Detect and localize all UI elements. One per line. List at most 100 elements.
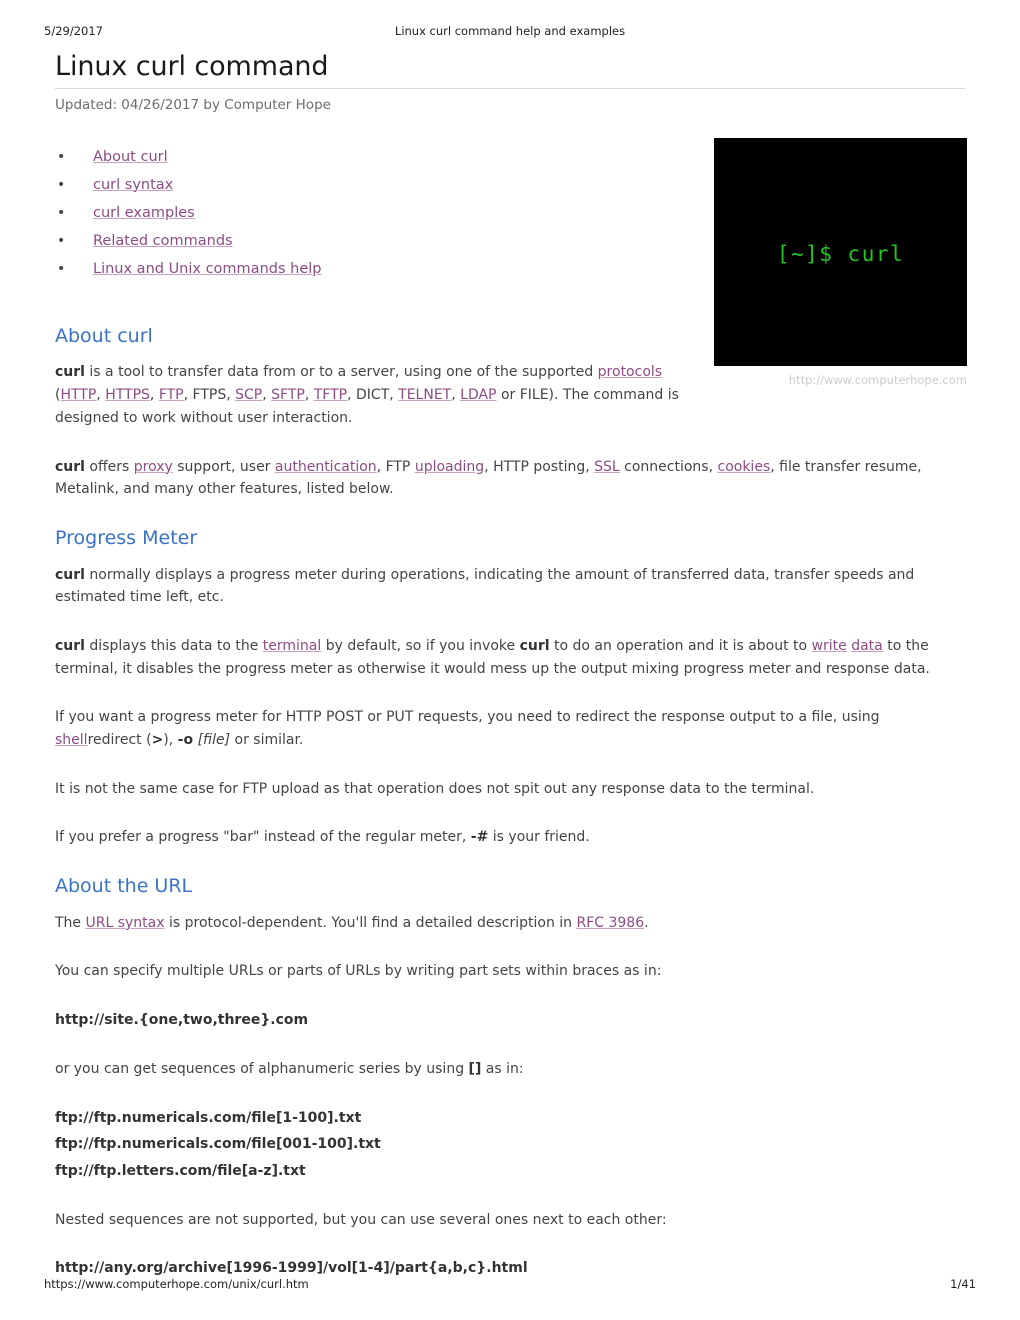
curl-bold: curl	[55, 364, 85, 381]
code-brace-example: http://site.{one,two,three}.com	[55, 1012, 309, 1029]
heading-about-curl: About curl	[55, 324, 153, 347]
text: ,	[96, 387, 106, 404]
link-proxy[interactable]: proxy	[134, 459, 173, 475]
link-sftp[interactable]: SFTP	[271, 387, 305, 403]
list-item: About curl	[55, 143, 695, 171]
text: displays this data to the	[84, 637, 263, 654]
text: or you can get sequences of alphanumeric…	[55, 1060, 469, 1077]
option-hash: -#	[470, 829, 489, 846]
link-https[interactable]: HTTPS	[105, 387, 150, 403]
progress-paragraph-3: If you want a progress meter for HTTP PO…	[55, 706, 967, 751]
link-ftp[interactable]: FTP	[159, 387, 184, 403]
link-protocols[interactable]: protocols	[598, 364, 662, 380]
progress-paragraph-5: If you prefer a progress "bar" instead o…	[55, 826, 967, 849]
link-http[interactable]: HTTP	[60, 387, 96, 403]
text: , FTP	[376, 458, 415, 475]
text: is protocol-dependent. You'll find a det…	[164, 914, 577, 931]
url-paragraph-2: You can specify multiple URLs or parts o…	[55, 963, 662, 980]
list-item: Related commands	[55, 227, 695, 255]
print-header-title: Linux curl command help and examples	[394, 24, 626, 38]
text: ,	[149, 387, 159, 404]
text: The	[55, 914, 86, 931]
toc-link-about-curl[interactable]: About curl	[93, 149, 168, 165]
text: to do an operation and it is about to	[549, 637, 812, 654]
link-write[interactable]: write	[812, 638, 847, 654]
code-ftp-example-3: ftp://ftp.letters.com/file[a-z].txt	[55, 1162, 306, 1179]
curl-bold: curl	[55, 566, 85, 583]
page-title: Linux curl command	[55, 51, 329, 82]
link-shell[interactable]: shell	[55, 732, 88, 748]
text: by default, so if you invoke	[321, 637, 520, 654]
file-placeholder: [file]	[197, 732, 231, 748]
url-paragraph-3: or you can get sequences of alphanumeric…	[55, 1058, 967, 1081]
link-tftp[interactable]: TFTP	[314, 387, 347, 403]
text: If you want a progress meter for HTTP PO…	[55, 709, 880, 726]
text: , HTTP posting,	[484, 458, 595, 475]
link-data[interactable]: data	[851, 638, 883, 654]
link-cookies[interactable]: cookies	[718, 459, 771, 475]
list-item: Linux and Unix commands help	[55, 255, 695, 283]
link-ssl[interactable]: SSL	[594, 459, 620, 475]
toc-link-linux-unix-help[interactable]: Linux and Unix commands help	[93, 261, 321, 277]
heading-progress-meter: Progress Meter	[55, 526, 198, 549]
text: ),	[163, 732, 178, 748]
text: support, user	[172, 458, 275, 475]
about-curl-paragraph-2: curl offers proxy support, user authenti…	[55, 456, 967, 501]
text: ,	[304, 387, 314, 404]
title-divider	[55, 87, 965, 89]
list-item: curl syntax	[55, 171, 695, 199]
footer-url: https://www.computerhope.com/unix/curl.h…	[44, 1277, 309, 1291]
text: as in:	[481, 1060, 524, 1077]
progress-paragraph-4: It is not the same case for FTP upload a…	[55, 778, 967, 801]
link-scp[interactable]: SCP	[235, 387, 262, 403]
heading-about-the-url: About the URL	[55, 875, 193, 898]
bracket-operator: []	[468, 1060, 482, 1077]
text: is a tool to transfer data from or to a …	[84, 364, 598, 381]
section-progress-meter: Progress Meter curl normally displays a …	[55, 527, 967, 849]
footer-page-number: 1/41	[950, 1277, 976, 1291]
code-ftp-example-2: ftp://ftp.numericals.com/file[001-100].t…	[55, 1136, 381, 1153]
section-about-curl: About curl curl is a tool to transfer da…	[55, 325, 967, 501]
table-of-contents: About curl curl syntax curl examples Rel…	[55, 143, 695, 283]
text: .	[644, 914, 649, 931]
toc-link-curl-syntax[interactable]: curl syntax	[93, 177, 173, 193]
text: or similar.	[230, 732, 304, 748]
progress-paragraph-2: curl displays this data to the terminal …	[55, 635, 967, 680]
link-rfc-3986[interactable]: RFC 3986	[576, 915, 644, 931]
text: If you prefer a progress "bar" instead o…	[55, 829, 471, 846]
curl-bold: curl	[55, 458, 85, 475]
document-body: Linux curl command Updated: 04/26/2017 b…	[55, 52, 967, 1306]
code-ftp-example-1: ftp://ftp.numericals.com/file[1-100].txt	[55, 1109, 362, 1126]
updated-byline: Updated: 04/26/2017 by Computer Hope	[55, 96, 331, 113]
toc-link-related-commands[interactable]: Related commands	[93, 233, 233, 249]
text: It is not the same case for FTP upload a…	[55, 780, 815, 797]
list-item: curl examples	[55, 199, 695, 227]
text: normally displays a progress meter durin…	[55, 566, 915, 606]
print-footer: https://www.computerhope.com/unix/curl.h…	[0, 1277, 1020, 1293]
curl-bold: curl	[55, 637, 85, 654]
text: , DICT,	[347, 387, 399, 404]
text: , FTPS,	[183, 387, 236, 404]
text: ,	[451, 387, 461, 404]
url-paragraph-4: Nested sequences are not supported, but …	[55, 1211, 667, 1228]
text: connections,	[619, 458, 718, 475]
link-telnet[interactable]: TELNET	[398, 387, 451, 403]
text: ,	[262, 387, 272, 404]
link-url-syntax[interactable]: URL syntax	[86, 915, 165, 931]
text: redirect (	[87, 732, 152, 748]
redirect-operator: >	[151, 732, 164, 748]
link-terminal[interactable]: terminal	[263, 638, 321, 654]
link-uploading[interactable]: uploading	[415, 459, 484, 475]
option-o: -o	[177, 732, 194, 748]
about-curl-paragraph-1: curl is a tool to transfer data from or …	[55, 361, 695, 429]
print-header: 5/29/2017 Linux curl command help and ex…	[0, 24, 1020, 40]
url-paragraph-1: The URL syntax is protocol-dependent. Yo…	[55, 912, 967, 935]
link-authentication[interactable]: authentication	[275, 459, 377, 475]
text: is your friend.	[488, 829, 590, 846]
toc-link-curl-examples[interactable]: curl examples	[93, 205, 195, 221]
curl-bold: curl	[519, 637, 550, 654]
section-about-the-url: About the URL The URL syntax is protocol…	[55, 875, 967, 1280]
progress-paragraph-1: curl normally displays a progress meter …	[55, 564, 967, 609]
text: offers	[84, 458, 134, 475]
link-ldap[interactable]: LDAP	[460, 387, 496, 403]
